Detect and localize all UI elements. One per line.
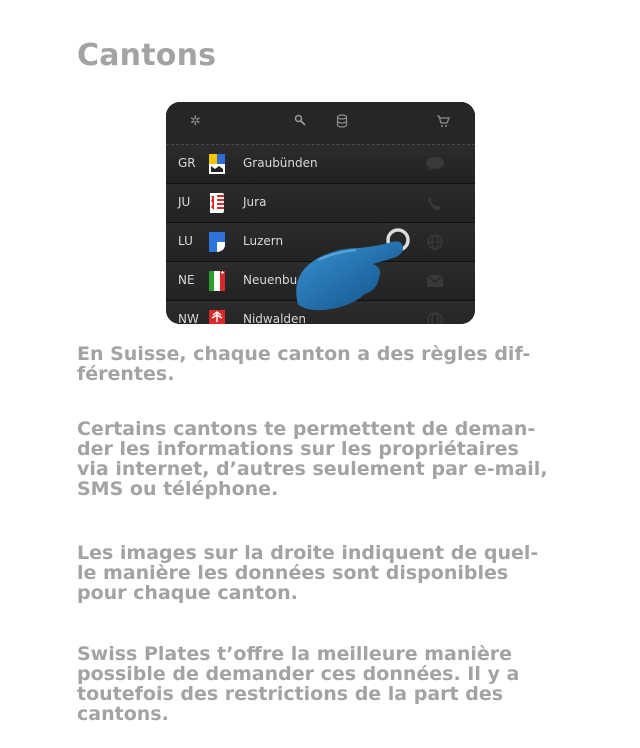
canton-name: Jura (243, 195, 267, 209)
mail-icon[interactable] (425, 272, 445, 290)
paragraph-swiss-plates: Swiss Plates t’offre la meilleure manièr… (77, 643, 520, 725)
cart-icon[interactable] (436, 114, 450, 130)
list-item[interactable]: JU Jura (166, 184, 475, 223)
chat-icon[interactable] (425, 155, 445, 173)
globe-icon[interactable] (425, 233, 445, 251)
canton-code: JU (178, 195, 191, 209)
globe-icon[interactable] (425, 311, 445, 324)
toolbar: ✲ (166, 102, 475, 145)
paragraph-rules: En Suisse, chaque canton a des règles di… (77, 343, 531, 385)
coat-of-arms-icon (209, 271, 225, 291)
paragraph-images: Les images sur la droite indiquent de qu… (77, 542, 539, 604)
settings-icon[interactable]: ✲ (190, 114, 201, 130)
coat-of-arms-icon (209, 310, 225, 324)
canton-name: Graubünden (243, 156, 318, 170)
canton-name: Luzern (243, 234, 284, 248)
tap-gesture-hand-icon (296, 228, 410, 311)
canton-code: GR (178, 156, 196, 170)
search-icon[interactable] (294, 114, 306, 130)
canton-code: LU (178, 234, 193, 248)
coat-of-arms-icon (209, 232, 225, 252)
phone-icon[interactable] (425, 194, 445, 212)
list-item[interactable]: GR Graubünden (166, 145, 475, 184)
coat-of-arms-icon (210, 193, 224, 213)
database-icon[interactable] (336, 114, 348, 130)
coat-of-arms-icon (209, 154, 225, 174)
canton-code: NE (178, 273, 195, 287)
page-title: Cantons (77, 38, 217, 73)
canton-code: NW (178, 312, 199, 324)
paragraph-methods: Certains cantons te permettent de deman-… (77, 418, 548, 500)
